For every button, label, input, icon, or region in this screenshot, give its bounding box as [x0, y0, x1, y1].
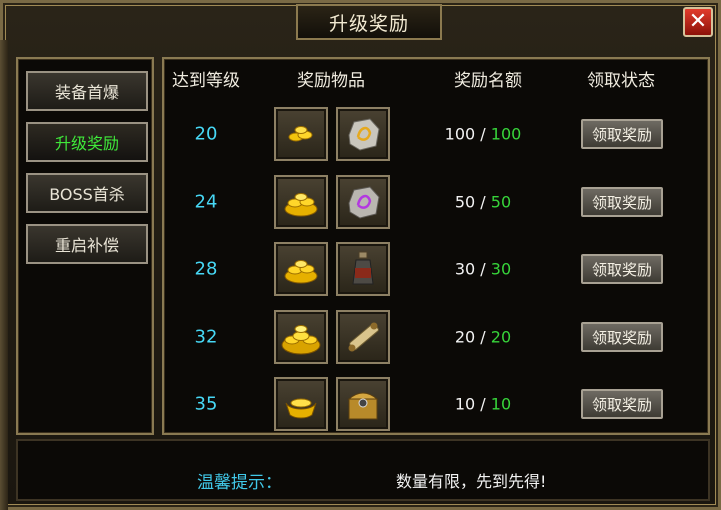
reward-slot[interactable]	[336, 377, 390, 431]
claim-reward-button[interactable]: 领取奖励	[581, 254, 663, 284]
quota-remaining: 50	[454, 192, 476, 212]
window-title: 升级奖励	[296, 4, 442, 40]
claim-reward-button[interactable]: 领取奖励	[581, 187, 663, 217]
claim-reward-button[interactable]: 领取奖励	[581, 119, 663, 149]
gold-coins-pile-icon	[284, 260, 318, 284]
reward-slot[interactable]	[274, 107, 328, 161]
close-button[interactable]: ✕	[683, 7, 713, 37]
row-level: 24	[194, 191, 218, 213]
tab-equipment-first-drop[interactable]: 装备首爆	[26, 71, 148, 111]
reward-slot[interactable]	[274, 377, 328, 431]
tab-boss-first-kill[interactable]: BOSS首杀	[26, 173, 148, 213]
reward-slot[interactable]	[274, 242, 328, 296]
tab-level-up-reward[interactable]: 升级奖励	[26, 122, 148, 162]
gold-coins-small-icon	[288, 126, 313, 142]
treasure-chest-icon	[347, 392, 379, 420]
quota-text: 20 / 20	[454, 327, 512, 347]
quota-remaining: 30	[454, 259, 476, 279]
row-level: 20	[194, 123, 218, 145]
reward-slot[interactable]	[274, 175, 328, 229]
gold-ingot-icon	[285, 398, 317, 419]
sidebar: 装备首爆 升级奖励 BOSS首杀 重启补偿	[16, 57, 154, 435]
reward-slot[interactable]	[336, 310, 390, 364]
claim-reward-button[interactable]: 领取奖励	[581, 322, 663, 352]
quota-total: 10	[490, 394, 512, 414]
quota-total: 20	[490, 327, 512, 347]
tab-restart-compensation[interactable]: 重启补偿	[26, 224, 148, 264]
claim-reward-button[interactable]: 领取奖励	[581, 389, 663, 419]
quota-remaining: 10	[454, 394, 476, 414]
tip-label: 温馨提示：	[197, 473, 282, 493]
quota-total: 100	[490, 124, 522, 144]
window-edge-decoration	[0, 40, 8, 510]
reward-slot[interactable]	[336, 242, 390, 296]
header-status: 领取状态	[587, 71, 655, 91]
row-level: 28	[194, 258, 218, 280]
quota-text: 10 / 10	[454, 394, 512, 414]
row-level: 32	[194, 326, 218, 348]
tip-text: 数量有限，先到先得!	[396, 472, 547, 491]
reward-slot[interactable]	[336, 175, 390, 229]
quota-text: 100 / 100	[444, 124, 522, 144]
purple-ore-rune-icon	[348, 186, 380, 219]
quota-total: 30	[490, 259, 512, 279]
quota-total: 50	[490, 192, 512, 212]
quota-remaining: 20	[454, 327, 476, 347]
gold-coins-pile-icon	[284, 193, 318, 217]
header-quota: 奖励名额	[454, 71, 522, 91]
quota-text: 50 / 50	[454, 192, 512, 212]
reward-slot[interactable]	[274, 310, 328, 364]
quota-remaining: 100	[444, 124, 476, 144]
scroll-icon	[348, 322, 379, 352]
row-level: 35	[194, 393, 218, 415]
potion-bottle-icon	[352, 251, 374, 285]
reward-table-panel	[162, 57, 710, 435]
header-items: 奖励物品	[297, 71, 365, 91]
quota-text: 30 / 30	[454, 259, 512, 279]
silver-ore-rune-icon	[348, 118, 380, 151]
gold-coins-heap-icon	[281, 325, 321, 355]
tip-bar	[16, 439, 710, 501]
header-level: 达到等级	[172, 71, 240, 91]
reward-slot[interactable]	[336, 107, 390, 161]
